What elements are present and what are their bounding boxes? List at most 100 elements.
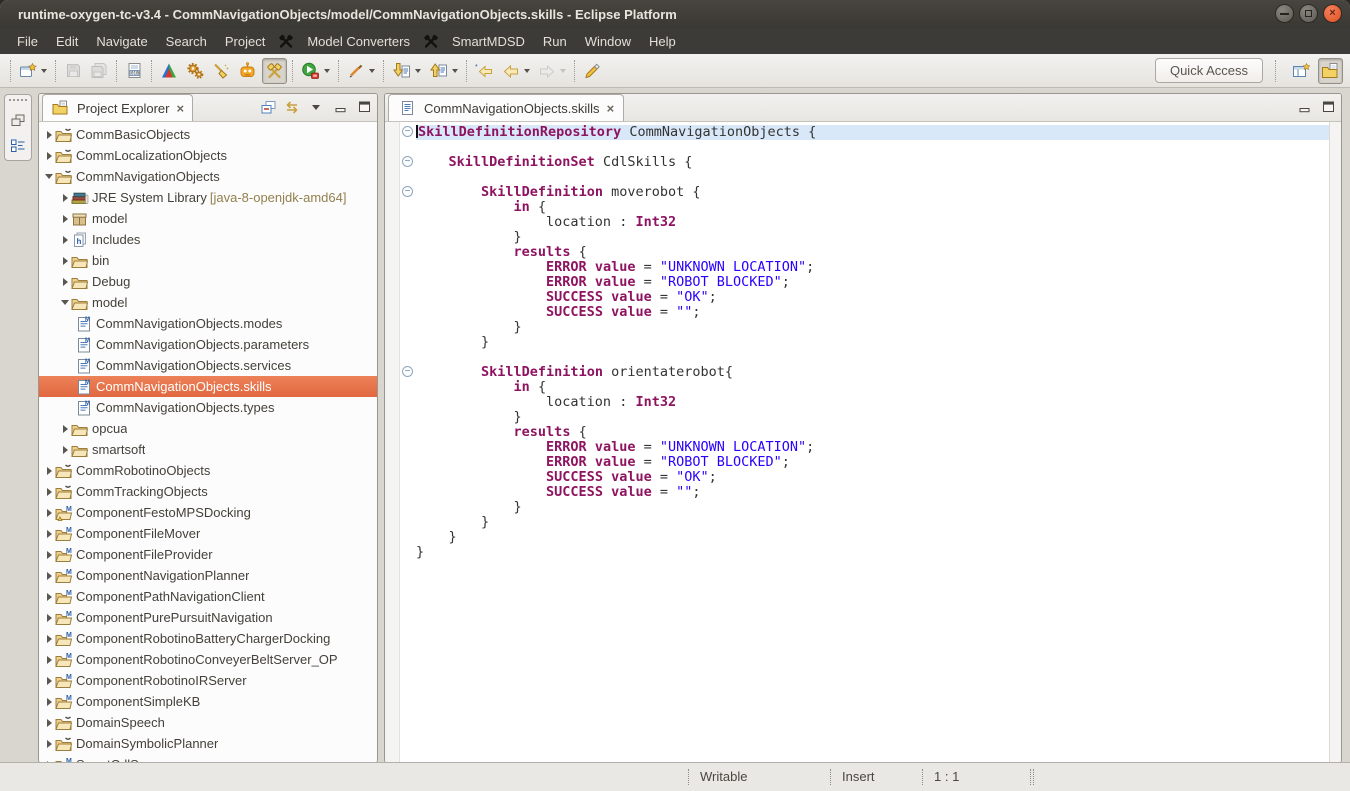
collapse-all-button[interactable] bbox=[259, 98, 277, 116]
twistie-collapsed-icon[interactable] bbox=[59, 194, 71, 202]
code-line[interactable]: SkillDefinition moverobot { bbox=[416, 185, 1329, 200]
twistie-collapsed-icon[interactable] bbox=[59, 257, 71, 265]
code-line[interactable]: ERROR value = "UNKNOWN LOCATION"; bbox=[416, 260, 1329, 275]
robot-button[interactable] bbox=[235, 58, 260, 84]
tree-item-debug[interactable]: Debug bbox=[39, 271, 377, 292]
tree-item-componentrobotinoirserver[interactable]: MComponentRobotinoIRServer bbox=[39, 670, 377, 691]
twistie-collapsed-icon[interactable] bbox=[59, 278, 71, 286]
tree-item-commtrackingobjects[interactable]: CommTrackingObjects bbox=[39, 481, 377, 502]
link-editor-button[interactable] bbox=[283, 98, 301, 116]
view-menu-button[interactable] bbox=[307, 98, 325, 116]
twistie-collapsed-icon[interactable] bbox=[43, 467, 55, 475]
menu-item-smartmdsd[interactable]: SmartMDSD bbox=[443, 31, 534, 52]
tree-item-commnavigationobjects-parameters[interactable]: MCommNavigationObjects.parameters bbox=[39, 334, 377, 355]
fold-collapse-icon[interactable]: − bbox=[402, 156, 413, 167]
twistie-collapsed-icon[interactable] bbox=[43, 572, 55, 580]
restore-view-icon[interactable] bbox=[9, 112, 27, 128]
menu-item-run[interactable]: Run bbox=[534, 31, 576, 52]
maximize-view-button[interactable] bbox=[1319, 98, 1337, 116]
tree-item-model[interactable]: model bbox=[39, 292, 377, 313]
code-line[interactable]: SUCCESS value = ""; bbox=[416, 305, 1329, 320]
tree-item-bin[interactable]: bin bbox=[39, 250, 377, 271]
code-line[interactable]: } bbox=[416, 410, 1329, 425]
close-tab-icon[interactable]: × bbox=[607, 101, 615, 116]
code-line[interactable]: results { bbox=[416, 425, 1329, 440]
save-all-button[interactable] bbox=[87, 58, 111, 84]
twistie-collapsed-icon[interactable] bbox=[43, 551, 55, 559]
tree-item-model[interactable]: model bbox=[39, 208, 377, 229]
tree-item-componentrobotinobatterychargerdocking[interactable]: MComponentRobotinoBatteryChargerDocking bbox=[39, 628, 377, 649]
download-doc-button[interactable] bbox=[389, 58, 424, 84]
tree-item-commnavigationobjects[interactable]: CommNavigationObjects bbox=[39, 166, 377, 187]
code-line[interactable]: results { bbox=[416, 245, 1329, 260]
twistie-expanded-icon[interactable] bbox=[43, 174, 55, 179]
twistie-collapsed-icon[interactable] bbox=[43, 719, 55, 727]
menu-item-file[interactable]: File bbox=[8, 31, 47, 52]
save-button[interactable] bbox=[61, 58, 85, 84]
tree-item-commrobotinoobjects[interactable]: CommRobotinoObjects bbox=[39, 460, 377, 481]
window-close-button[interactable]: × bbox=[1323, 4, 1342, 23]
code-line[interactable]: SkillDefinitionRepository CommNavigation… bbox=[416, 125, 1329, 140]
tree-item-commbasicobjects[interactable]: CommBasicObjects bbox=[39, 124, 377, 145]
hammer-menu-icon[interactable] bbox=[419, 33, 443, 49]
tree-item-domainsymbolicplanner[interactable]: DomainSymbolicPlanner bbox=[39, 733, 377, 754]
tree-item-includes[interactable]: hIncludes bbox=[39, 229, 377, 250]
twistie-collapsed-icon[interactable] bbox=[43, 677, 55, 685]
tree-item-jre-system-library[interactable]: JRE System Library[java-8-openjdk-amd64] bbox=[39, 187, 377, 208]
code-line[interactable]: SkillDefinition orientaterobot{ bbox=[416, 365, 1329, 380]
gears-button[interactable] bbox=[183, 58, 207, 84]
tree-item-commnavigationobjects-types[interactable]: MCommNavigationObjects.types bbox=[39, 397, 377, 418]
window-maximize-button[interactable] bbox=[1299, 4, 1318, 23]
twistie-expanded-icon[interactable] bbox=[59, 300, 71, 305]
tree-item-componentfestompsdocking[interactable]: MComponentFestoMPSDocking bbox=[39, 502, 377, 523]
code-line[interactable]: } bbox=[416, 545, 1329, 560]
resource-perspective-button[interactable] bbox=[1318, 58, 1343, 84]
twistie-collapsed-icon[interactable] bbox=[43, 698, 55, 706]
code-line[interactable]: in { bbox=[416, 380, 1329, 395]
tree-item-domainspeech[interactable]: DomainSpeech bbox=[39, 712, 377, 733]
minimize-view-button[interactable] bbox=[331, 98, 349, 116]
code-line[interactable]: ERROR value = "ROBOT BLOCKED"; bbox=[416, 455, 1329, 470]
twistie-collapsed-icon[interactable] bbox=[43, 509, 55, 517]
titlebar[interactable]: runtime-oxygen-tc-v3.4 - CommNavigationO… bbox=[0, 0, 1350, 28]
code-line[interactable]: } bbox=[416, 230, 1329, 245]
minimize-view-button[interactable] bbox=[1295, 98, 1313, 116]
twistie-collapsed-icon[interactable] bbox=[43, 152, 55, 160]
code-line[interactable] bbox=[416, 350, 1329, 365]
forward-arrow-button[interactable] bbox=[535, 58, 569, 84]
code-line[interactable]: } bbox=[416, 515, 1329, 530]
highlighter-button[interactable] bbox=[580, 58, 604, 84]
twistie-collapsed-icon[interactable] bbox=[59, 215, 71, 223]
fold-collapse-icon[interactable]: − bbox=[402, 126, 413, 137]
window-minimize-button[interactable] bbox=[1275, 4, 1294, 23]
maximize-view-button[interactable] bbox=[355, 98, 373, 116]
tree-item-smartsoft[interactable]: smartsoft bbox=[39, 439, 377, 460]
twistie-collapsed-icon[interactable] bbox=[59, 236, 71, 244]
menu-item-search[interactable]: Search bbox=[157, 31, 216, 52]
editor-tab[interactable]: CommNavigationObjects.skills × bbox=[388, 94, 624, 121]
twistie-collapsed-icon[interactable] bbox=[43, 488, 55, 496]
binary-doc-button[interactable]: 010 bbox=[122, 58, 146, 84]
drag-handle[interactable] bbox=[9, 99, 27, 103]
code-line[interactable]: } bbox=[416, 320, 1329, 335]
code-line[interactable] bbox=[416, 140, 1329, 155]
tree-item-commnavigationobjects-skills[interactable]: MCommNavigationObjects.skills bbox=[39, 376, 377, 397]
quick-access-button[interactable]: Quick Access bbox=[1155, 58, 1263, 83]
broom-button[interactable] bbox=[209, 58, 233, 84]
code-line[interactable]: ERROR value = "ROBOT BLOCKED"; bbox=[416, 275, 1329, 290]
menu-item-project[interactable]: Project bbox=[216, 31, 274, 52]
twistie-collapsed-icon[interactable] bbox=[43, 635, 55, 643]
code-line[interactable]: location : Int32 bbox=[416, 395, 1329, 410]
twistie-collapsed-icon[interactable] bbox=[43, 593, 55, 601]
code-line[interactable]: in { bbox=[416, 200, 1329, 215]
code-line[interactable]: } bbox=[416, 335, 1329, 350]
menu-item-model-converters[interactable]: Model Converters bbox=[298, 31, 419, 52]
code-line[interactable]: SUCCESS value = ""; bbox=[416, 485, 1329, 500]
hammer-menu-icon[interactable] bbox=[274, 33, 298, 49]
outline-view-icon[interactable] bbox=[9, 138, 27, 154]
open-perspective-button[interactable] bbox=[1289, 58, 1314, 84]
menu-item-help[interactable]: Help bbox=[640, 31, 685, 52]
hammers-button[interactable] bbox=[262, 58, 287, 84]
twistie-collapsed-icon[interactable] bbox=[43, 530, 55, 538]
tree-item-componentpathnavigationclient[interactable]: MComponentPathNavigationClient bbox=[39, 586, 377, 607]
